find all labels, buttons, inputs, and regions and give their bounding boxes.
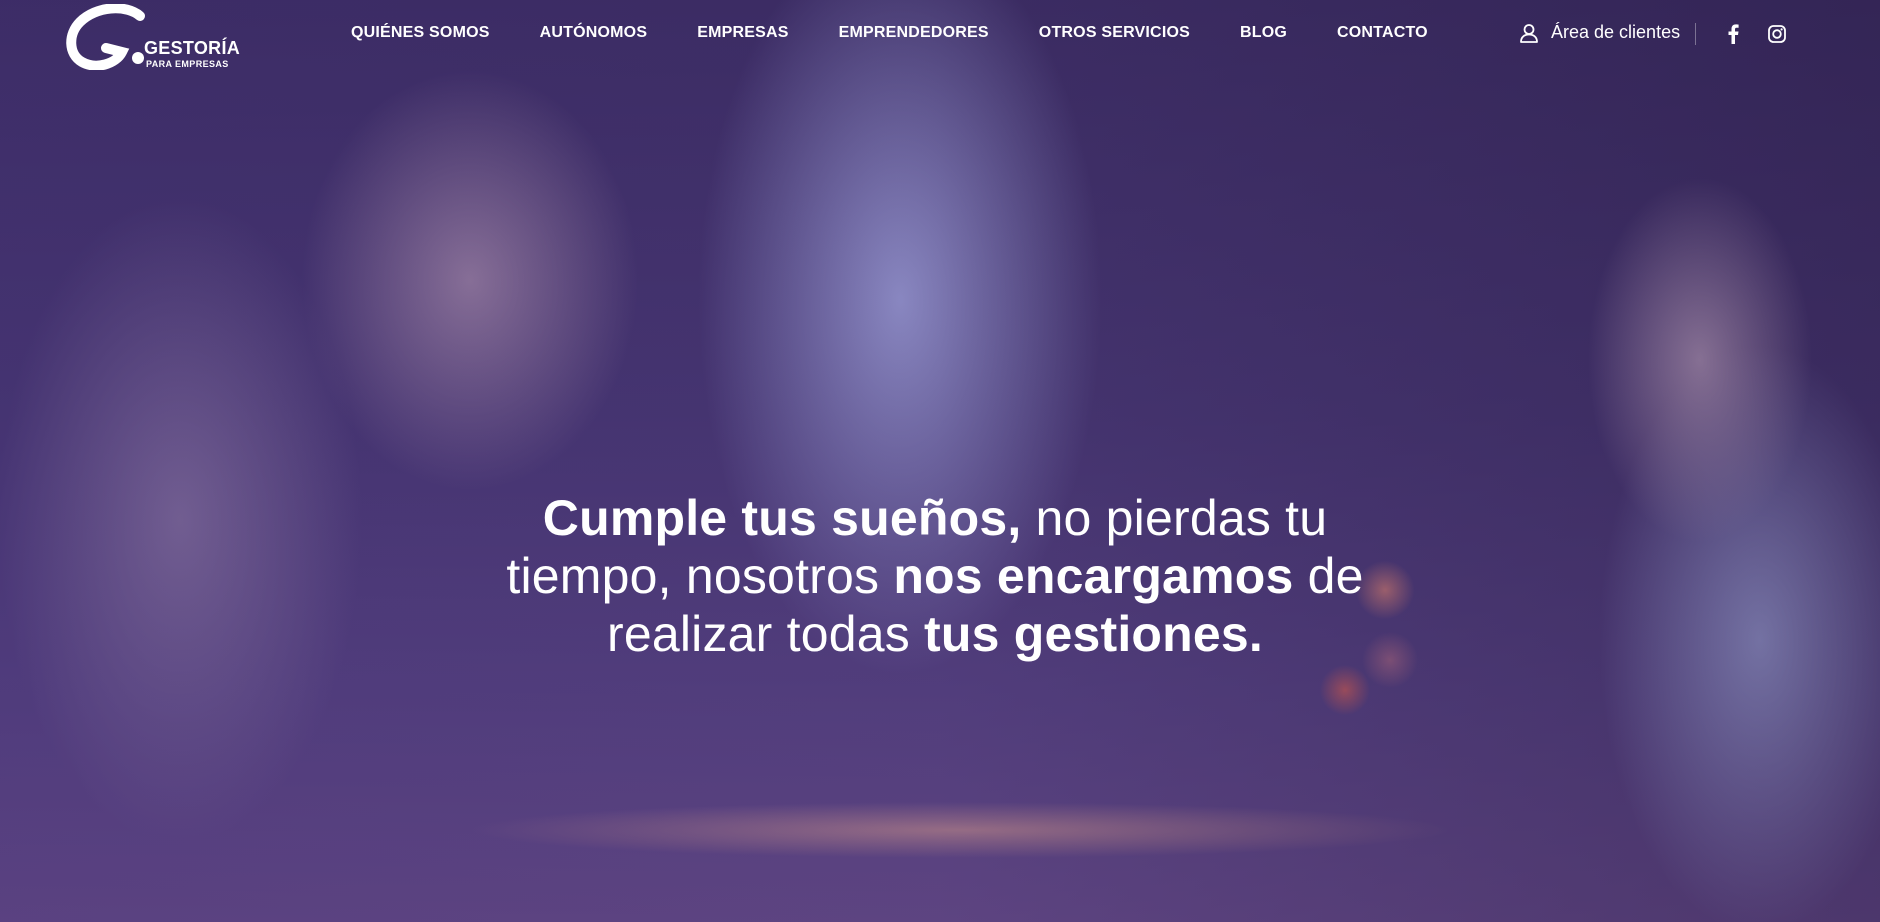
logo-g-mark-icon bbox=[66, 4, 145, 70]
nav-item-otros-servicios[interactable]: OTROS SERVICIOS bbox=[1039, 24, 1190, 42]
headline-part-1: Cumple tus sueños, bbox=[542, 489, 1022, 546]
nav-item-empresas[interactable]: EMPRESAS bbox=[697, 24, 788, 42]
hero-color-overlay bbox=[0, 0, 1880, 922]
instagram-icon bbox=[1768, 25, 1786, 43]
facebook-icon bbox=[1728, 24, 1739, 44]
nav-item-quienes-somos[interactable]: QUIÉNES SOMOS bbox=[351, 24, 490, 42]
logo-subtitle: PARA EMPRESAS bbox=[146, 59, 229, 69]
facebook-link[interactable] bbox=[1722, 23, 1744, 45]
nav-item-blog[interactable]: BLOG bbox=[1240, 24, 1287, 42]
instagram-link[interactable] bbox=[1766, 23, 1788, 45]
nav-item-autonomos[interactable]: AUTÓNOMOS bbox=[540, 24, 648, 42]
site-logo[interactable]: GESTORÍA PARA EMPRESAS bbox=[66, 4, 242, 70]
hero-section: GESTORÍA PARA EMPRESAS QUIÉNES SOMOS AUT… bbox=[0, 0, 1880, 922]
headline-part-3: nos encargamos bbox=[893, 547, 1294, 604]
logo-title: GESTORÍA bbox=[144, 38, 241, 58]
nav-item-emprendedores[interactable]: EMPRENDEDORES bbox=[839, 24, 989, 42]
site-header: GESTORÍA PARA EMPRESAS QUIÉNES SOMOS AUT… bbox=[0, 0, 1880, 70]
header-divider bbox=[1695, 23, 1696, 45]
nav-item-contacto[interactable]: CONTACTO bbox=[1337, 24, 1428, 42]
main-navigation: QUIÉNES SOMOS AUTÓNOMOS EMPRESAS EMPREND… bbox=[351, 24, 1428, 42]
clients-area-label: Área de clientes bbox=[1551, 22, 1681, 42]
headline-part-5: tus gestiones. bbox=[924, 605, 1264, 662]
hero-headline: Cumple tus sueños, no pierdas tu tiempo,… bbox=[490, 489, 1380, 663]
user-icon bbox=[1520, 23, 1538, 43]
clients-area-link[interactable]: Área de clientes bbox=[1519, 22, 1680, 43]
